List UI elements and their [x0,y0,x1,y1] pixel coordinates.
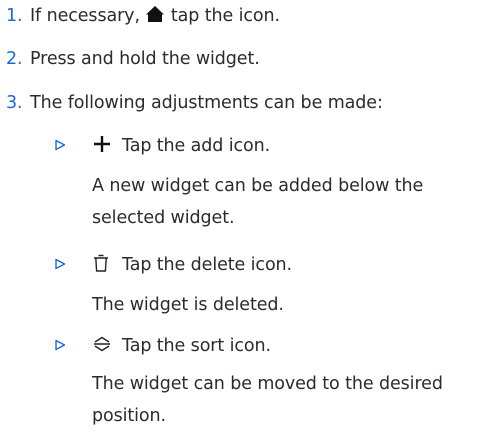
step-2: 2. Press and hold the widget. [6,43,260,75]
delete-icon [92,253,122,278]
adjustment-text: Tap the sort icon. [122,336,271,356]
home-icon [145,5,165,28]
step-number: 2. [6,49,23,69]
bullet-icon [54,136,92,156]
adjustment-add: Tap the add icon. [54,130,270,162]
step-text-after: tap the icon. [170,6,280,26]
adjustment-result: The widget is deleted. [92,295,284,315]
bullet-icon [54,255,92,275]
bullet-icon [54,336,92,356]
step-text: Press and hold the widget. [30,49,260,69]
adjustment-text: Tap the add icon. [122,136,271,156]
sort-icon [92,335,122,358]
step-text-before: If necessary, [30,6,140,26]
adjustment-text: Tap the delete icon. [122,255,293,275]
adjustment-sort: Tap the sort icon. [54,330,271,362]
adjustment-result: A new widget can be added below the sele… [92,176,424,228]
adjustment-delete: Tap the delete icon. [54,249,292,281]
step-number: 3. [6,93,23,113]
adjustment-result: The widget can be moved to the desired p… [92,374,443,426]
step-number: 1. [6,6,23,26]
step-text: The following adjustments can be made: [30,93,383,113]
step-1: 1. If necessary, tap the icon. [6,0,280,32]
add-icon [92,134,122,159]
step-3: 3. The following adjustments can be made… [6,87,383,119]
